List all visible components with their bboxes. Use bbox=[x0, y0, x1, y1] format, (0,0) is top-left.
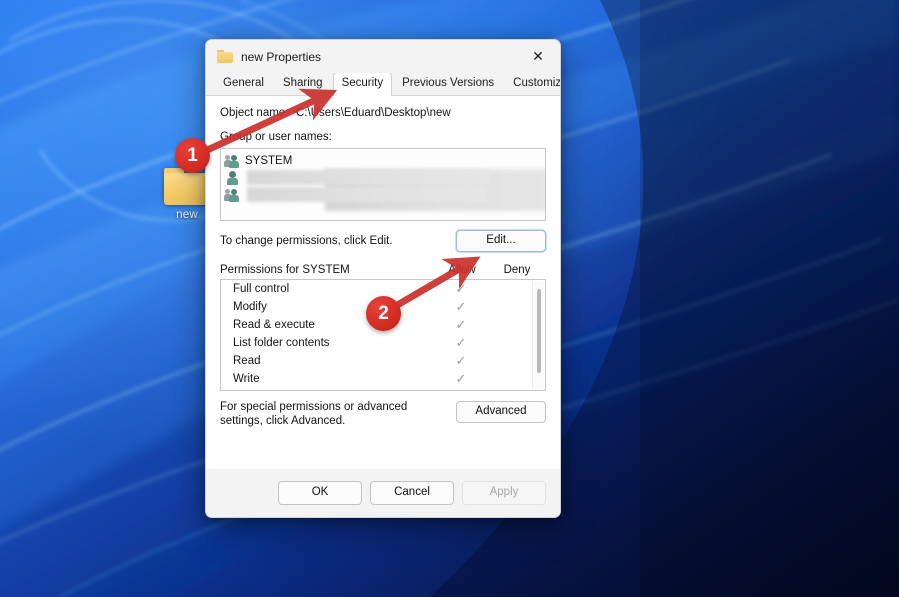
group-user-list[interactable]: SYSTEM bbox=[220, 148, 546, 221]
list-item[interactable]: SYSTEM bbox=[224, 152, 543, 169]
close-icon[interactable]: ✕ bbox=[516, 40, 560, 73]
permissions-for-label: Permissions for SYSTEM bbox=[220, 264, 350, 276]
advanced-button[interactable]: Advanced bbox=[456, 401, 546, 423]
tab-customize[interactable]: Customize bbox=[504, 72, 560, 95]
edit-hint-text: To change permissions, click Edit. bbox=[220, 235, 393, 247]
permission-name: List folder contents bbox=[233, 337, 330, 349]
edit-button[interactable]: Edit... bbox=[456, 230, 546, 252]
object-name-label: Object name: bbox=[220, 107, 289, 119]
allow-check-icon[interactable]: ✓ bbox=[435, 319, 487, 332]
tab-sharing[interactable]: Sharing bbox=[274, 72, 332, 95]
table-row[interactable]: Modify ✓ bbox=[221, 298, 545, 316]
permission-name: Modify bbox=[233, 301, 267, 313]
allow-check-icon[interactable]: ✓ bbox=[435, 283, 487, 296]
tab-security[interactable]: Security bbox=[332, 72, 393, 96]
ok-button[interactable]: OK bbox=[278, 481, 362, 505]
tab-previous-versions[interactable]: Previous Versions bbox=[393, 72, 503, 95]
permission-name: Full control bbox=[233, 283, 290, 295]
dialog-titlebar[interactable]: new Properties ✕ bbox=[206, 40, 560, 73]
permission-name: Write bbox=[233, 373, 260, 385]
single-user-icon bbox=[225, 170, 240, 185]
advanced-hint-text: For special permissions or advanced sett… bbox=[220, 400, 425, 428]
edit-hint-row: To change permissions, click Edit. Edit.… bbox=[220, 229, 546, 253]
properties-dialog: new Properties ✕ General Sharing Securit… bbox=[205, 39, 561, 518]
column-header-deny: Deny bbox=[503, 264, 531, 276]
table-row[interactable]: Read & execute ✓ bbox=[221, 316, 545, 334]
group-users-icon bbox=[224, 188, 240, 202]
advanced-hint-line2: click Advanced. bbox=[266, 415, 346, 427]
list-item-label: SYSTEM bbox=[245, 154, 293, 167]
redacted-user-name bbox=[247, 170, 489, 185]
folder-icon bbox=[163, 168, 211, 205]
apply-button: Apply bbox=[462, 481, 546, 505]
tab-general[interactable]: General bbox=[214, 72, 273, 95]
allow-check-icon[interactable]: ✓ bbox=[435, 337, 487, 350]
object-name-row: Object name: C:\Users\Eduard\Desktop\new bbox=[220, 107, 546, 119]
tab-bar: General Sharing Security Previous Versio… bbox=[206, 72, 560, 96]
redacted-user-name bbox=[247, 187, 487, 202]
folder-icon bbox=[217, 50, 233, 63]
object-name-value: C:\Users\Eduard\Desktop\new bbox=[296, 107, 451, 119]
permissions-list[interactable]: Full control ✓ Modify ✓ Read & execute ✓… bbox=[220, 279, 546, 391]
allow-check-icon[interactable]: ✓ bbox=[435, 373, 487, 386]
cancel-button[interactable]: Cancel bbox=[370, 481, 454, 505]
table-row[interactable]: List folder contents ✓ bbox=[221, 334, 545, 352]
advanced-hint-row: For special permissions or advanced sett… bbox=[220, 400, 546, 428]
group-users-icon bbox=[224, 154, 240, 168]
security-tab-panel: Object name: C:\Users\Eduard\Desktop\new… bbox=[206, 96, 560, 480]
permissions-scrollbar[interactable] bbox=[532, 281, 544, 389]
dialog-title: new Properties bbox=[241, 49, 322, 64]
table-row[interactable]: Full control ✓ bbox=[221, 280, 545, 298]
table-row[interactable]: Read ✓ bbox=[221, 352, 545, 370]
column-header-allow: Allow bbox=[448, 264, 476, 276]
group-or-user-names-label: Group or user names: bbox=[220, 131, 332, 143]
scrollbar-thumb[interactable] bbox=[537, 289, 541, 373]
allow-check-icon[interactable]: ✓ bbox=[435, 301, 487, 314]
dialog-footer: OK Cancel Apply bbox=[206, 469, 560, 517]
permission-name: Read & execute bbox=[233, 319, 315, 331]
allow-check-icon[interactable]: ✓ bbox=[435, 355, 487, 368]
table-row[interactable]: Write ✓ bbox=[221, 370, 545, 388]
permissions-header-row: Permissions for SYSTEM Allow Deny bbox=[220, 264, 546, 276]
permission-name: Read bbox=[233, 355, 261, 367]
